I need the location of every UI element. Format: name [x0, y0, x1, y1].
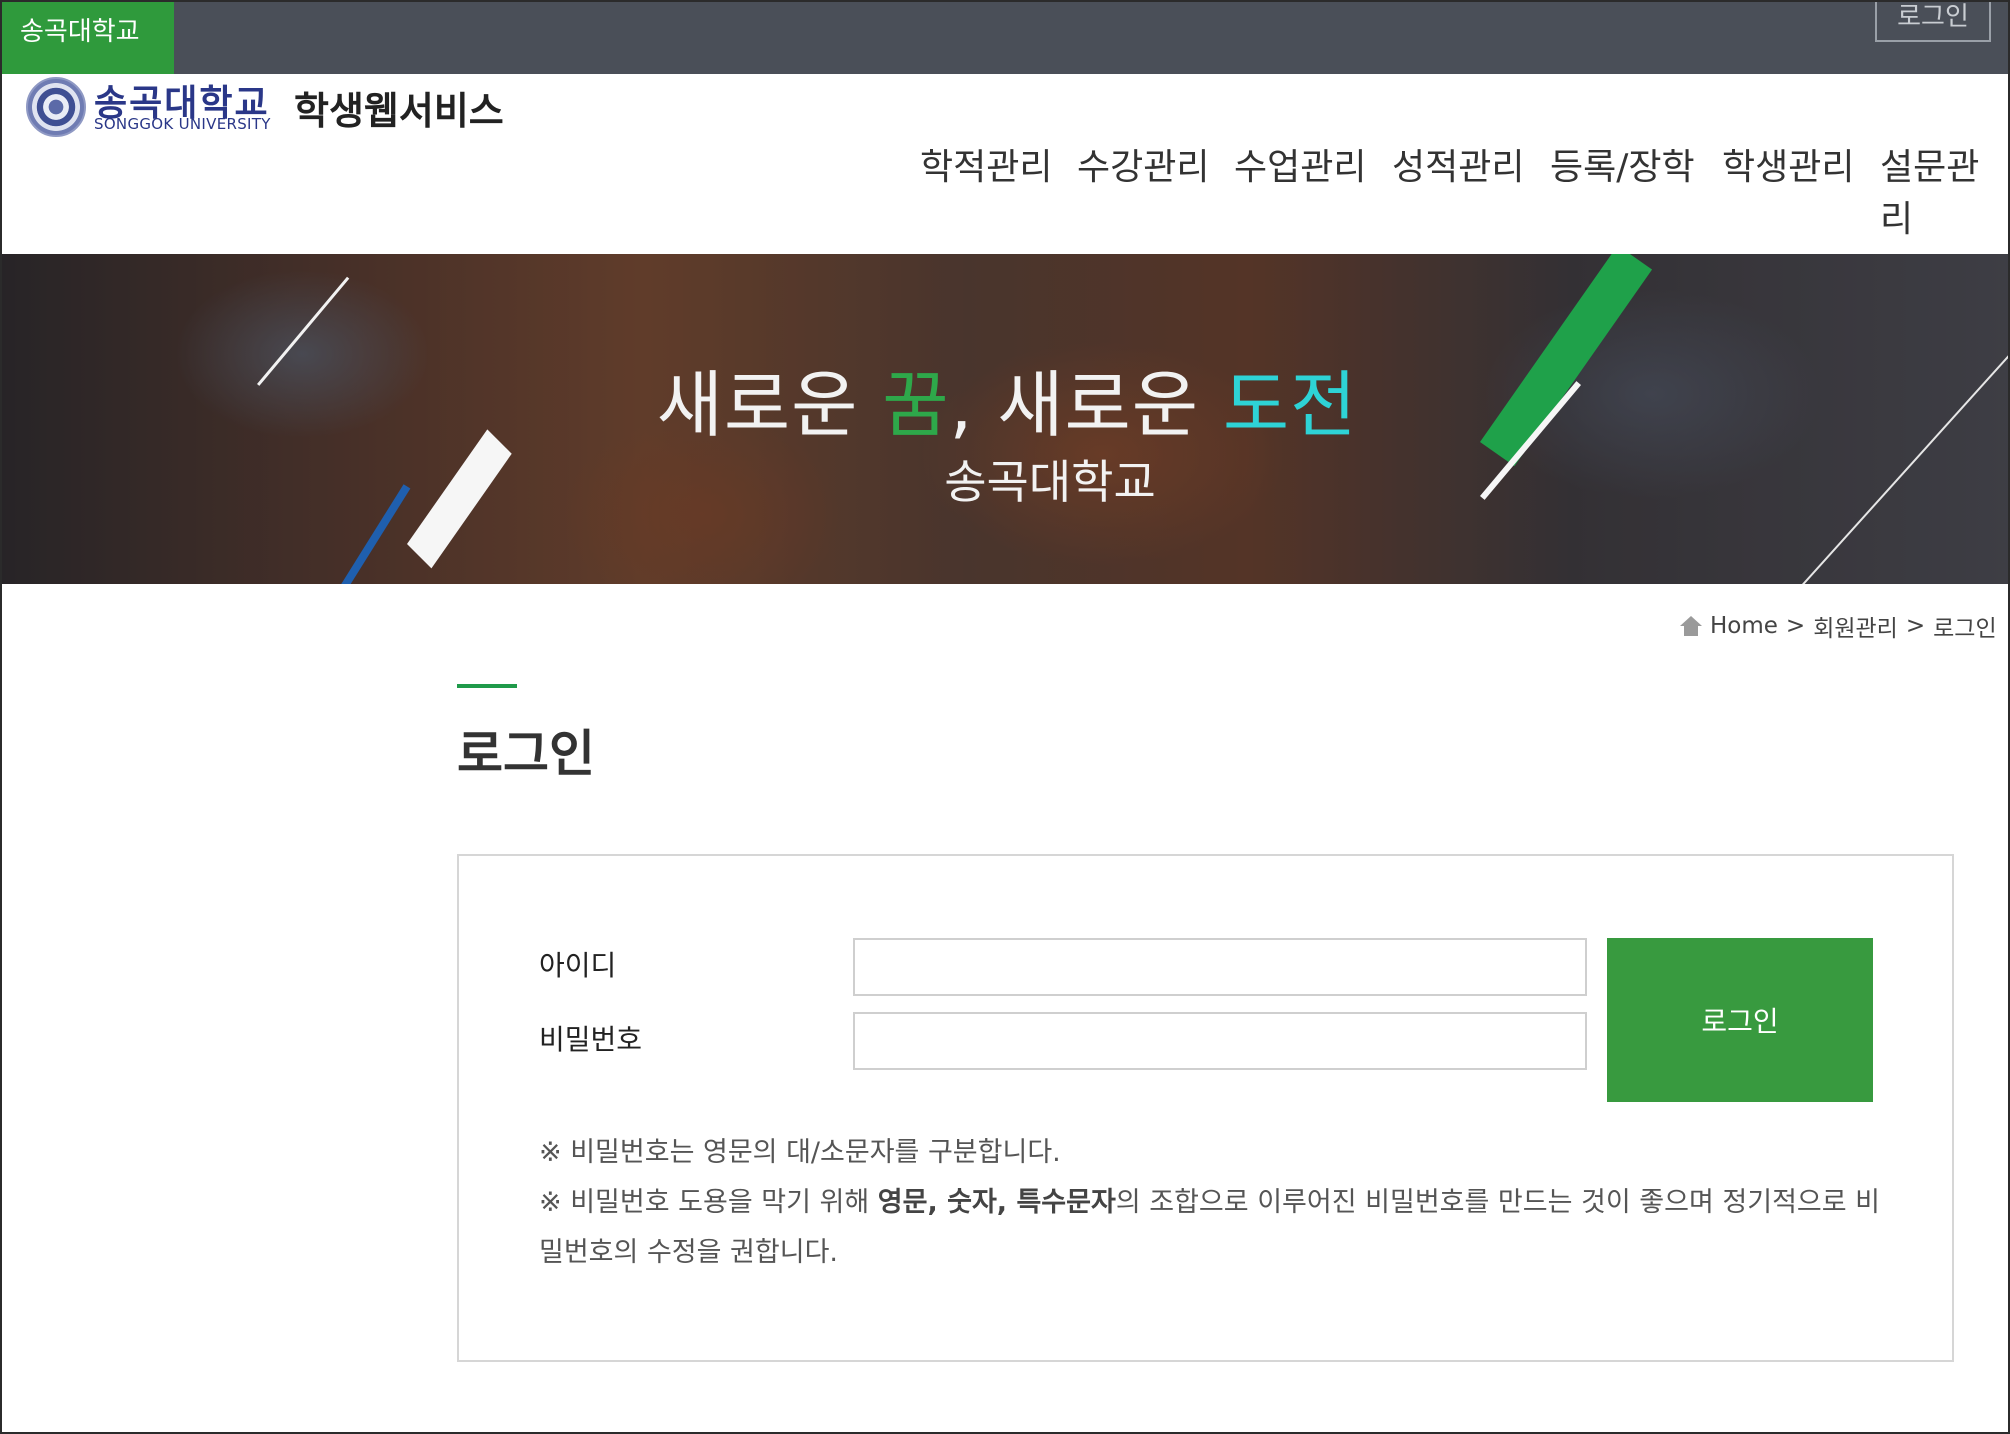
- nav-item-label: 등록/장학: [1550, 147, 1695, 188]
- breadcrumb-current: 로그인: [1933, 616, 1997, 642]
- breadcrumb-home[interactable]: Home: [1710, 613, 1778, 639]
- headline-highlight-cyan: 도전: [1222, 363, 1358, 447]
- nav-item-label: 학적관리: [920, 147, 1053, 188]
- page-frame: 송곡대학교 로그인 송곡대학교 SONGGOK UNIVERSITY 학생웹서비…: [0, 0, 2010, 1434]
- notice-emphasis: 영문, 숫자, 특수문자: [877, 1187, 1116, 1218]
- university-emblem-icon[interactable]: [26, 77, 86, 137]
- page-title: 로그인: [457, 725, 595, 783]
- title-accent-bar: [457, 684, 517, 688]
- site-title[interactable]: 학생웹서비스: [294, 80, 504, 135]
- id-label: 아이디: [539, 949, 617, 982]
- nav-item-course-registration[interactable]: 수강관리: [1077, 138, 1209, 198]
- notice-password-tip-continued: 밀번호의 수정을 권합니다.: [539, 1237, 838, 1268]
- headline-highlight-green: 꿈: [882, 363, 950, 447]
- nav-item-student-management[interactable]: 학생관리: [1722, 138, 1854, 198]
- nav-item-label: 설문관리: [1880, 147, 1980, 240]
- nav-item-academic-records[interactable]: 학적관리: [920, 138, 1052, 198]
- nav-item-tuition-scholarship[interactable]: 등록/장학: [1550, 138, 1695, 198]
- nav-item-class-management[interactable]: 수업관리: [1234, 138, 1366, 198]
- nav-item-label: 성적관리: [1392, 147, 1525, 188]
- breadcrumb-separator: >: [1905, 613, 1926, 639]
- password-input[interactable]: [853, 1012, 1587, 1070]
- login-button[interactable]: 로그인: [1607, 938, 1873, 1102]
- headline-text: 새로운: [656, 363, 883, 447]
- banner-subtitle: 송곡대학교: [944, 455, 1156, 509]
- password-label: 비밀번호: [539, 1023, 643, 1056]
- top-bar: 송곡대학교 로그인: [2, 2, 2008, 74]
- site-header: 송곡대학교 SONGGOK UNIVERSITY 학생웹서비스 학적관리 수강관…: [2, 74, 2008, 254]
- nav-item-label: 수업관리: [1234, 147, 1367, 188]
- login-box: 아이디 비밀번호 로그인 ※ 비밀번호는 영문의 대/소문자를 구분합니다. ※…: [457, 854, 1954, 1362]
- id-input[interactable]: [853, 938, 1587, 996]
- notice-text: ※ 비밀번호 도용을 막기 위해: [539, 1187, 878, 1218]
- nav-item-grades[interactable]: 성적관리: [1392, 138, 1524, 198]
- nav-item-label: 학생관리: [1722, 147, 1855, 188]
- notice-text: 의 조합으로 이루어진 비밀번호를 만드는 것이 좋으며 정기적으로 비: [1115, 1187, 1881, 1218]
- home-icon[interactable]: [1680, 616, 1702, 636]
- university-tab[interactable]: 송곡대학교: [2, 2, 174, 74]
- logo-english[interactable]: SONGGOK UNIVERSITY: [94, 115, 271, 133]
- headline-text: , 새로운: [949, 363, 1223, 447]
- notice-password-tip: ※ 비밀번호 도용을 막기 위해 영문, 숫자, 특수문자의 조합으로 이루어진…: [539, 1180, 1880, 1219]
- breadcrumb: Home > 회원관리 > 로그인: [1680, 609, 1997, 643]
- notice-case-sensitive: ※ 비밀번호는 영문의 대/소문자를 구분합니다.: [539, 1137, 1061, 1168]
- breadcrumb-section[interactable]: 회원관리: [1813, 609, 1898, 643]
- top-login-link[interactable]: 로그인: [1875, 2, 1991, 42]
- breadcrumb-separator: >: [1785, 613, 1806, 639]
- hero-banner: 새로운 꿈, 새로운 도전 송곡대학교: [2, 254, 2008, 584]
- banner-headline: 새로운 꿈, 새로운 도전: [2, 346, 2008, 451]
- nav-item-survey[interactable]: 설문관리: [1880, 138, 2008, 240]
- nav-item-label: 수강관리: [1077, 147, 1210, 188]
